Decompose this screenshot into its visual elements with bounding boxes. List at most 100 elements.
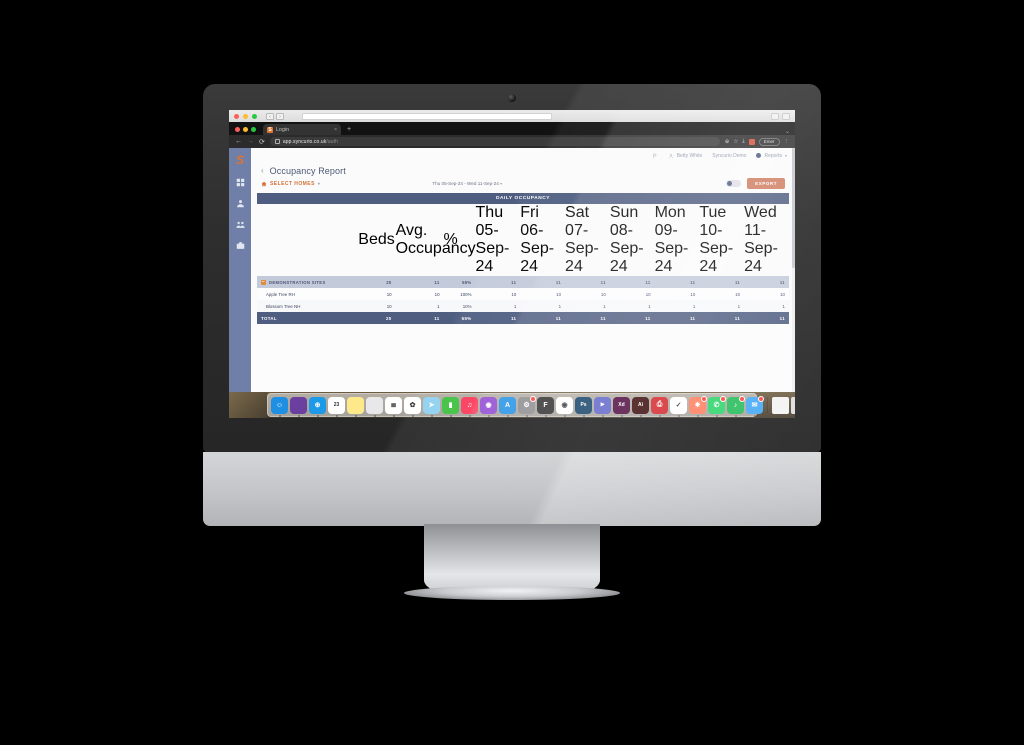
dock-icon-reminders[interactable]: ≣ — [385, 396, 402, 417]
column-header-d3[interactable]: Sat 07-Sep-24 — [565, 204, 610, 276]
dock-icon-photos[interactable]: ✿ — [404, 396, 421, 417]
user-menu[interactable]: Betty White — [668, 153, 702, 159]
page-back-button[interactable]: ‹ — [261, 167, 264, 175]
dock-icon-figma[interactable]: F — [537, 396, 554, 417]
screenshot-scene: ‹ › S Login × + ⌄ ← → ⟳ app.syncurio.co.… — [0, 0, 1024, 745]
dock-icon-system-settings[interactable]: ⚙ — [518, 395, 536, 417]
dock-icon-spotify[interactable]: ♪ — [727, 395, 745, 417]
browser-minimize-button[interactable] — [243, 127, 248, 132]
cell-avg: 11 — [395, 276, 444, 289]
dock-icon-document[interactable] — [772, 396, 789, 414]
notification-badge — [720, 395, 726, 402]
column-header-d6[interactable]: Tue 10-Sep-24 — [699, 204, 744, 276]
dock-icon-app-store[interactable]: A — [499, 396, 516, 417]
sidebar-item-staff[interactable] — [235, 219, 246, 229]
dock-icon-hubspot[interactable]: ✸ — [689, 395, 707, 417]
dock-icon-chrome[interactable]: ◉ — [556, 396, 573, 417]
browser-tab[interactable]: S Login × — [263, 124, 341, 135]
dock-icon-numbers[interactable]: ▮ — [442, 396, 459, 417]
page-scrollbar[interactable] — [792, 148, 795, 418]
sidebar-item-business[interactable] — [235, 240, 246, 250]
chrome-menu-icon[interactable]: ⋮ — [784, 139, 790, 145]
os-search-field[interactable] — [302, 112, 552, 120]
os-forward-arrow[interactable]: › — [276, 112, 284, 120]
window-maximize-button[interactable] — [252, 113, 257, 119]
cell-d6: 11 — [699, 312, 745, 325]
monitor-stand-foot — [404, 586, 620, 600]
view-toggle[interactable] — [726, 180, 742, 187]
dock-icon-siri[interactable] — [290, 396, 307, 417]
dock-icon-safari[interactable]: ⊕ — [309, 396, 326, 417]
notification-badge — [739, 395, 745, 402]
downloads-icon[interactable]: ⤓ — [742, 138, 744, 145]
back-button[interactable]: ← — [235, 138, 242, 145]
os-back-arrow[interactable]: ‹ — [266, 112, 274, 120]
tab-close-icon[interactable]: × — [334, 127, 337, 133]
home-icon — [261, 181, 267, 186]
export-button[interactable]: EXPORT — [747, 178, 785, 189]
zoom-icon[interactable]: ⊕ — [725, 139, 730, 145]
browser-close-button[interactable] — [235, 127, 240, 132]
dock-icon-microsoft-teams[interactable]: ⫸ — [594, 396, 611, 417]
os-tabs-icon[interactable] — [782, 112, 790, 120]
forward-button[interactable]: → — [247, 138, 254, 145]
row-label: Apple Tree RH — [257, 288, 359, 301]
date-range-label: Thu 05-Sep-24 - Wed 11-Sep-24 — [432, 181, 499, 186]
column-header-d2[interactable]: Fri 06-Sep-24 — [520, 204, 565, 276]
dock-icon-music[interactable]: ♫ — [461, 396, 478, 417]
dock-icon-trash[interactable] — [791, 396, 795, 414]
monitor-chin — [203, 452, 821, 526]
extension-icon[interactable] — [748, 138, 755, 145]
dock-icon-adobe-xd[interactable]: Xd — [613, 396, 630, 417]
column-header-beds[interactable]: Beds — [358, 204, 395, 276]
row-collapse-icon[interactable]: − — [261, 279, 266, 285]
reload-button[interactable]: ⟳ — [259, 138, 265, 146]
app-logo[interactable]: S — [236, 154, 244, 166]
dock-icon-whatsapp[interactable]: ✆ — [708, 395, 726, 417]
flag-button[interactable] — [652, 153, 658, 159]
url-input[interactable]: app.syncurio.co.uk/auth — [269, 137, 720, 146]
dock-icon-calendar[interactable]: 23 — [328, 396, 345, 417]
browser-window-menu-icon[interactable]: ⌄ — [785, 128, 795, 135]
column-header-avg[interactable]: Avg. Occupancy — [396, 204, 476, 276]
macos-dock: ☺ ⊕ 23 ≣ ✿ ➤ ▮ ♫ ◉ A ⚙ F ◉ Ps ⫸ Xd Ai ⎙ ✓ ✸ ✆ ♪ ✉ — [267, 393, 795, 417]
dock-icon-photos-preview[interactable] — [366, 396, 383, 417]
sidebar-item-dashboard[interactable] — [235, 177, 246, 187]
select-homes-button[interactable]: SELECT HOMES ▾ — [261, 181, 320, 187]
page-toolbar: SELECT HOMES ▾ Thu 05-Sep-24 - Wed 11-Se… — [251, 178, 795, 193]
cell-d6: 1 — [699, 300, 745, 313]
table-row[interactable]: − DEMONSTRATION SITES 20 11 55% 11 11 11 11 11 11 1… — [257, 276, 789, 289]
bookmark-star-icon[interactable]: ☆ — [733, 139, 738, 145]
table-row[interactable]: Blossom Tree NH 10 1 10% 1 1 1 1 1 1 1 — [257, 300, 789, 313]
column-header-name[interactable] — [257, 204, 358, 276]
profile-button[interactable]: Emer — [758, 137, 780, 146]
table-row[interactable]: Apple Tree RH 10 10 100% 10 10 10 10 10 10 10 — [257, 288, 789, 301]
grid-icon — [236, 178, 244, 186]
sidebar-item-people[interactable] — [235, 198, 246, 208]
organisation-name[interactable]: Syncurio Demo — [712, 153, 746, 159]
os-share-icon[interactable] — [771, 112, 779, 120]
cell-d5: 11 — [654, 312, 700, 325]
dock-icon-acrobat[interactable]: ⎙ — [651, 396, 668, 417]
reports-menu[interactable]: Reports ▾ — [756, 153, 787, 159]
dock-icon-illustrator[interactable]: Ai — [632, 396, 649, 417]
column-header-d1[interactable]: Thu 05-Sep-24 — [476, 204, 521, 276]
table-total-row[interactable]: TOTAL 20 11 55% 11 11 11 11 11 11 11 — [257, 312, 789, 325]
date-range-picker[interactable]: Thu 05-Sep-24 - Wed 11-Sep-24 ▾ — [432, 181, 502, 186]
column-header-d7[interactable]: Wed 11-Sep-24 — [744, 204, 789, 276]
dock-icon-maps[interactable]: ➤ — [423, 396, 440, 417]
dock-icon-photoshop[interactable]: Ps — [575, 396, 592, 417]
browser-maximize-button[interactable] — [251, 127, 256, 132]
window-minimize-button[interactable] — [243, 113, 248, 119]
new-tab-button[interactable]: + — [343, 126, 355, 135]
dock-icon-finder[interactable]: ☺ — [271, 396, 288, 417]
dock-icon-podcasts[interactable]: ◉ — [480, 396, 497, 417]
window-close-button[interactable] — [234, 113, 239, 119]
scrollbar-thumb[interactable] — [792, 148, 795, 268]
dock-icon-vectorworks[interactable]: ✓ — [670, 396, 687, 417]
site-info-icon[interactable] — [274, 139, 280, 144]
dock-icon-notes[interactable] — [347, 396, 364, 417]
column-header-d4[interactable]: Sun 08-Sep-24 — [610, 204, 655, 276]
dock-icon-mail[interactable]: ✉ — [746, 395, 764, 417]
column-header-d5[interactable]: Mon 09-Sep-24 — [655, 204, 700, 276]
